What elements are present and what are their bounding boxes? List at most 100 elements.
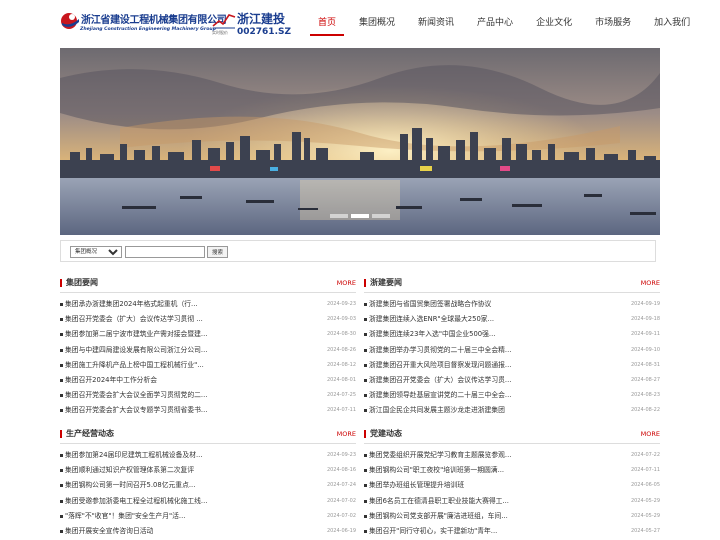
list-item[interactable]: 集团钢构公司"职工夜校"培训班第一期圆满... 2024-07-11 <box>364 463 660 478</box>
list-item[interactable]: 集团施工升降机产品上榜中国工程机械行业"... 2024-08-12 <box>60 358 356 373</box>
list-item-title[interactable]: 集团受邀参加浙委电工程全过程机械化施工线... <box>65 494 300 509</box>
main-nav: 首页 集团概况 新闻资讯 产品中心 企业文化 市场服务 加入我们 <box>310 14 713 38</box>
list-item-title[interactable]: 集团召开"同行守初心，实干建新功"青年... <box>369 524 604 539</box>
list-item-title[interactable]: 集团钢构公司"职工夜校"培训班第一期圆满... <box>369 463 604 478</box>
list-item[interactable]: 集团受邀参加浙委电工程全过程机械化施工线... 2024-07-02 <box>60 494 356 509</box>
list-item-title[interactable]: 浙建集团召开重大风险项目督察发现问题通报... <box>369 358 604 373</box>
list-item[interactable]: 浙建集团与省国贸集团签署战略合作协议 2024-09-19 <box>364 297 660 312</box>
company-logo[interactable]: 浙江省建设工程机械集团有限公司 Zhejiang Construction En… <box>60 9 227 39</box>
nav-home[interactable]: 首页 <box>310 14 345 36</box>
panel-header: 生产经营动态 MORE <box>60 428 356 444</box>
list-item-date: 2024-09-10 <box>630 346 660 353</box>
company-name-cn: 浙江省建设工程机械集团有限公司 <box>81 15 227 26</box>
list-item[interactable]: 集团举办班组长管理提升培训班 2024-06-05 <box>364 478 660 493</box>
more-link[interactable]: MORE <box>641 430 660 438</box>
nav-products[interactable]: 产品中心 <box>477 14 513 36</box>
list-item-title[interactable]: 集团党委组织开展党纪学习教育主题展览参观... <box>369 448 604 463</box>
list-item[interactable]: 集团钢构公司党支部开展"廉洁进班组，车间... 2024-05-29 <box>364 509 660 524</box>
list-item-date: 2024-08-27 <box>630 376 660 383</box>
bullet-icon <box>364 484 367 488</box>
more-link[interactable]: MORE <box>337 430 356 438</box>
list-item[interactable]: 集团开展安全宣传咨询日活动 2024-06-19 <box>60 524 356 539</box>
bullet-icon <box>60 454 63 457</box>
list-item-title[interactable]: 浙建集团连续23年入选"中国企业500强... <box>369 327 604 342</box>
nav-market-service[interactable]: 市场服务 <box>595 14 631 36</box>
list-item[interactable]: 集团6名员工在德清县职工职业技能大赛得工... 2024-05-29 <box>364 494 660 509</box>
panel-production-news: 生产经营动态 MORE 集团参加第24届印尼建筑工程机械设备及材... 2024-… <box>60 428 356 539</box>
banner-dot-active[interactable] <box>351 214 369 218</box>
list-item-title[interactable]: "落辉"不"收官"！集团"安全生产月"活... <box>65 509 300 524</box>
list-item[interactable]: 浙建集团连续入选ENR"全球最大250家... 2024-09-18 <box>364 312 660 327</box>
list-item-title[interactable]: 集团参加第24届印尼建筑工程机械设备及材... <box>65 448 300 463</box>
list-item-date: 2024-07-02 <box>326 512 356 519</box>
list-item-title[interactable]: 浙建集团连续入选ENR"全球最大250家... <box>369 312 604 327</box>
list-item-title[interactable]: 集团6名员工在德清县职工职业技能大赛得工... <box>369 494 604 509</box>
list-item[interactable]: 浙建集团举办学习贯彻党的二十届三中全会精... 2024-09-10 <box>364 343 660 358</box>
bullet-icon <box>60 469 63 473</box>
panel-accent-bar <box>60 430 62 438</box>
list-item[interactable]: 浙建集团召开重大风险项目督察发现问题通报... 2024-08-31 <box>364 358 660 373</box>
list-item-title[interactable]: 集团顺利通过知识产权管理体系第二次复评 <box>65 463 300 478</box>
list-item[interactable]: 浙建集团召开党委会（扩大）会议传达学习贯... 2024-08-27 <box>364 373 660 388</box>
stock-ticker[interactable]: 实时股价 浙江建投 002761.SZ <box>212 10 292 38</box>
list-item-title[interactable]: 集团开展安全宣传咨询日活动 <box>65 524 300 539</box>
list-item-title[interactable]: 集团钢构公司第一时间召开5.08亿元重点... <box>65 478 300 493</box>
nav-news[interactable]: 新闻资讯 <box>418 14 454 36</box>
list-item-date: 2024-08-12 <box>326 361 356 368</box>
list-item[interactable]: 集团召开党委会扩大会议全面学习贯彻党的二... 2024-07-25 <box>60 388 356 403</box>
list-item[interactable]: 集团召开党委会扩大会议专题学习贯彻省委书... 2024-07-11 <box>60 403 356 418</box>
search-input[interactable] <box>125 246 205 258</box>
list-item-title[interactable]: 集团召开2024年中工作分析会 <box>65 373 300 388</box>
list-item-date: 2024-07-24 <box>326 482 356 489</box>
list-item-date: 2024-06-05 <box>630 482 660 489</box>
list-item-title[interactable]: 集团与中建四局建设发展有限公司浙江分公司... <box>65 343 300 358</box>
bullet-icon <box>364 318 367 322</box>
list-item[interactable]: 集团参加第24届印尼建筑工程机械设备及材... 2024-09-23 <box>60 448 356 463</box>
banner-city-skyline-image <box>60 48 660 235</box>
list-item-date: 2024-07-11 <box>326 407 356 414</box>
search-category-select[interactable]: 集团概况 <box>70 246 122 258</box>
list-item-title[interactable]: 集团召开党委会扩大会议全面学习贯彻党的二... <box>65 388 300 403</box>
list-item-title[interactable]: 浙江国企民企共同发展主题沙龙走进浙建集团 <box>369 403 604 418</box>
list-item-title[interactable]: 集团承办浙建集团2024年格式起重机（行... <box>65 297 300 312</box>
panel-zhejian-news: 浙建要闻 MORE 浙建集团与省国贸集团签署战略合作协议 2024-09-19 浙… <box>364 277 660 419</box>
nav-join-us[interactable]: 加入我们 <box>654 14 690 36</box>
hero-banner[interactable] <box>60 48 660 235</box>
bullet-icon <box>364 348 367 352</box>
list-item[interactable]: 集团党委组织开展党纪学习教育主题展览参观... 2024-07-22 <box>364 448 660 463</box>
list-item-title[interactable]: 集团召开党委会（扩大）会议传达学习贯彻 ... <box>65 312 300 327</box>
list-item-title[interactable]: 浙建集团领导赴基层宣讲党的二十届三中全会... <box>369 388 604 403</box>
list-item[interactable]: "落辉"不"收官"！集团"安全生产月"活... 2024-07-02 <box>60 509 356 524</box>
list-item[interactable]: 集团与中建四局建设发展有限公司浙江分公司... 2024-08-26 <box>60 343 356 358</box>
list-item-title[interactable]: 集团钢构公司党支部开展"廉洁进班组，车间... <box>369 509 604 524</box>
list-item[interactable]: 浙建集团连续23年入选"中国企业500强... 2024-09-11 <box>364 327 660 342</box>
list-item[interactable]: 浙江国企民企共同发展主题沙龙走进浙建集团 2024-08-22 <box>364 403 660 418</box>
panel-accent-bar <box>60 279 62 287</box>
more-link[interactable]: MORE <box>337 279 356 287</box>
list-item-title[interactable]: 集团参加第二届宁波市建筑业产需对接会暨建... <box>65 327 300 342</box>
banner-dot[interactable] <box>372 214 390 218</box>
list-item[interactable]: 集团钢构公司第一时间召开5.08亿元重点... 2024-07-24 <box>60 478 356 493</box>
list-item[interactable]: 浙建集团领导赴基层宣讲党的二十届三中全会... 2024-08-23 <box>364 388 660 403</box>
list-item-title[interactable]: 集团举办班组长管理提升培训班 <box>369 478 604 493</box>
more-link[interactable]: MORE <box>641 279 660 287</box>
nav-group-overview[interactable]: 集团概况 <box>359 14 395 36</box>
list-item-title[interactable]: 集团召开党委会扩大会议专题学习贯彻省委书... <box>65 403 300 418</box>
list-item[interactable]: 集团召开2024年中工作分析会 2024-08-01 <box>60 373 356 388</box>
list-item[interactable]: 集团承办浙建集团2024年格式起重机（行... 2024-09-23 <box>60 297 356 312</box>
search-button[interactable]: 搜索 <box>207 246 228 258</box>
list-item-title[interactable]: 浙建集团举办学习贯彻党的二十届三中全会精... <box>369 343 604 358</box>
bullet-icon <box>364 333 367 337</box>
banner-dot[interactable] <box>330 214 348 218</box>
list-item-title[interactable]: 集团施工升降机产品上榜中国工程机械行业"... <box>65 358 300 373</box>
list-item[interactable]: 集团召开"同行守初心，实干建新功"青年... 2024-05-27 <box>364 524 660 539</box>
list-item[interactable]: 集团参加第二届宁波市建筑业产需对接会暨建... 2024-08-30 <box>60 327 356 342</box>
panel-title: 党建动态 <box>370 429 402 438</box>
list-item-title[interactable]: 浙建集团与省国贸集团签署战略合作协议 <box>369 297 604 312</box>
bullet-icon <box>60 378 63 382</box>
list-item-date: 2024-08-26 <box>326 346 356 353</box>
nav-culture[interactable]: 企业文化 <box>536 14 572 36</box>
list-item-title[interactable]: 浙建集团召开党委会（扩大）会议传达学习贯... <box>369 373 604 388</box>
list-item[interactable]: 集团召开党委会（扩大）会议传达学习贯彻 ... 2024-09-03 <box>60 312 356 327</box>
list-item[interactable]: 集团顺利通过知识产权管理体系第二次复评 2024-08-16 <box>60 463 356 478</box>
